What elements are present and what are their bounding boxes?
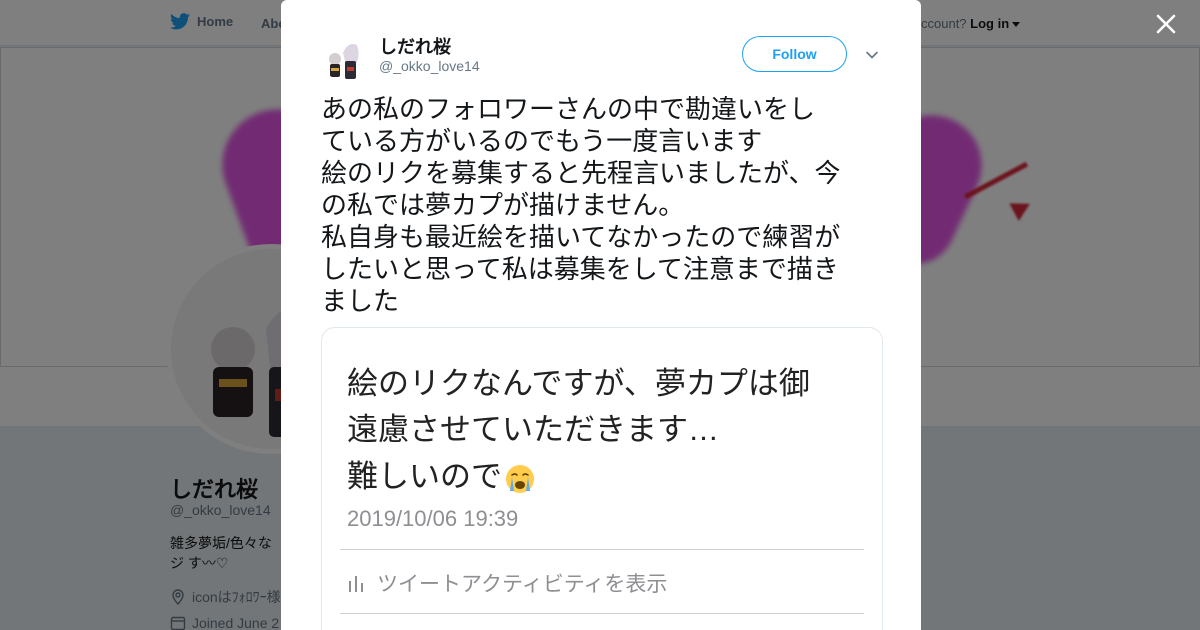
tweet-author-handle[interactable]: @_okko_love14 (379, 58, 480, 74)
tweet-modal: しだれ桜 @_okko_love14 Follow あの私のフォロワーさんの中で… (281, 0, 921, 630)
tweet-text-line: 私自身も最近絵を描いてなかったので練習が (321, 222, 841, 252)
screenshot-divider (340, 613, 864, 614)
chevron-down-icon[interactable] (865, 48, 879, 62)
screenshot-timestamp: 2019/10/06 19:39 (347, 506, 519, 531)
crying-face-icon (506, 464, 534, 493)
tweet-text: あの私のフォロワーさんの中で勘違いをし ている方がいるのでもう一度言います 絵の… (321, 93, 886, 317)
tweet-media-image[interactable]: 絵のリクなんですが、夢カプは御 遠慮させていただきます… 難しいので 2019/… (321, 327, 883, 630)
screenshot-divider (340, 549, 864, 550)
author-avatar-illustration (321, 33, 369, 81)
screenshot-activity-row: ツイートアクティビティを表示 (347, 568, 667, 598)
tweet-text-line: の私では夢カプが描けません。 (321, 190, 685, 220)
follow-button[interactable]: Follow (742, 36, 847, 72)
screenshot-activity-text: ツイートアクティビティを表示 (377, 573, 668, 596)
tweet-author-name[interactable]: しだれ桜 (379, 33, 451, 59)
tweet-text-line: したいと思って私は募集をして注意まで描き (321, 254, 839, 284)
tweet-author-avatar[interactable] (321, 33, 369, 81)
tweet-text-line: ている方がいるのでもう一度言います (321, 126, 763, 156)
screenshot-text-line: 遠慮させていただきます… (347, 412, 719, 447)
tweet-text-line: あの私のフォロワーさんの中で勘違いをし (321, 94, 816, 124)
screenshot-text-line: 絵のリクなんですが、夢カプは御 (347, 366, 810, 401)
tweet-text-line: ました (321, 286, 400, 316)
screenshot-text: 難しいので (347, 459, 502, 494)
close-icon[interactable] (1152, 10, 1180, 38)
bar-chart-icon (349, 576, 363, 592)
tweet-text-line: 絵のリクを募集すると先程言いましたが、今 (321, 158, 841, 188)
screenshot-text-line-3: 難しいので (347, 451, 536, 496)
